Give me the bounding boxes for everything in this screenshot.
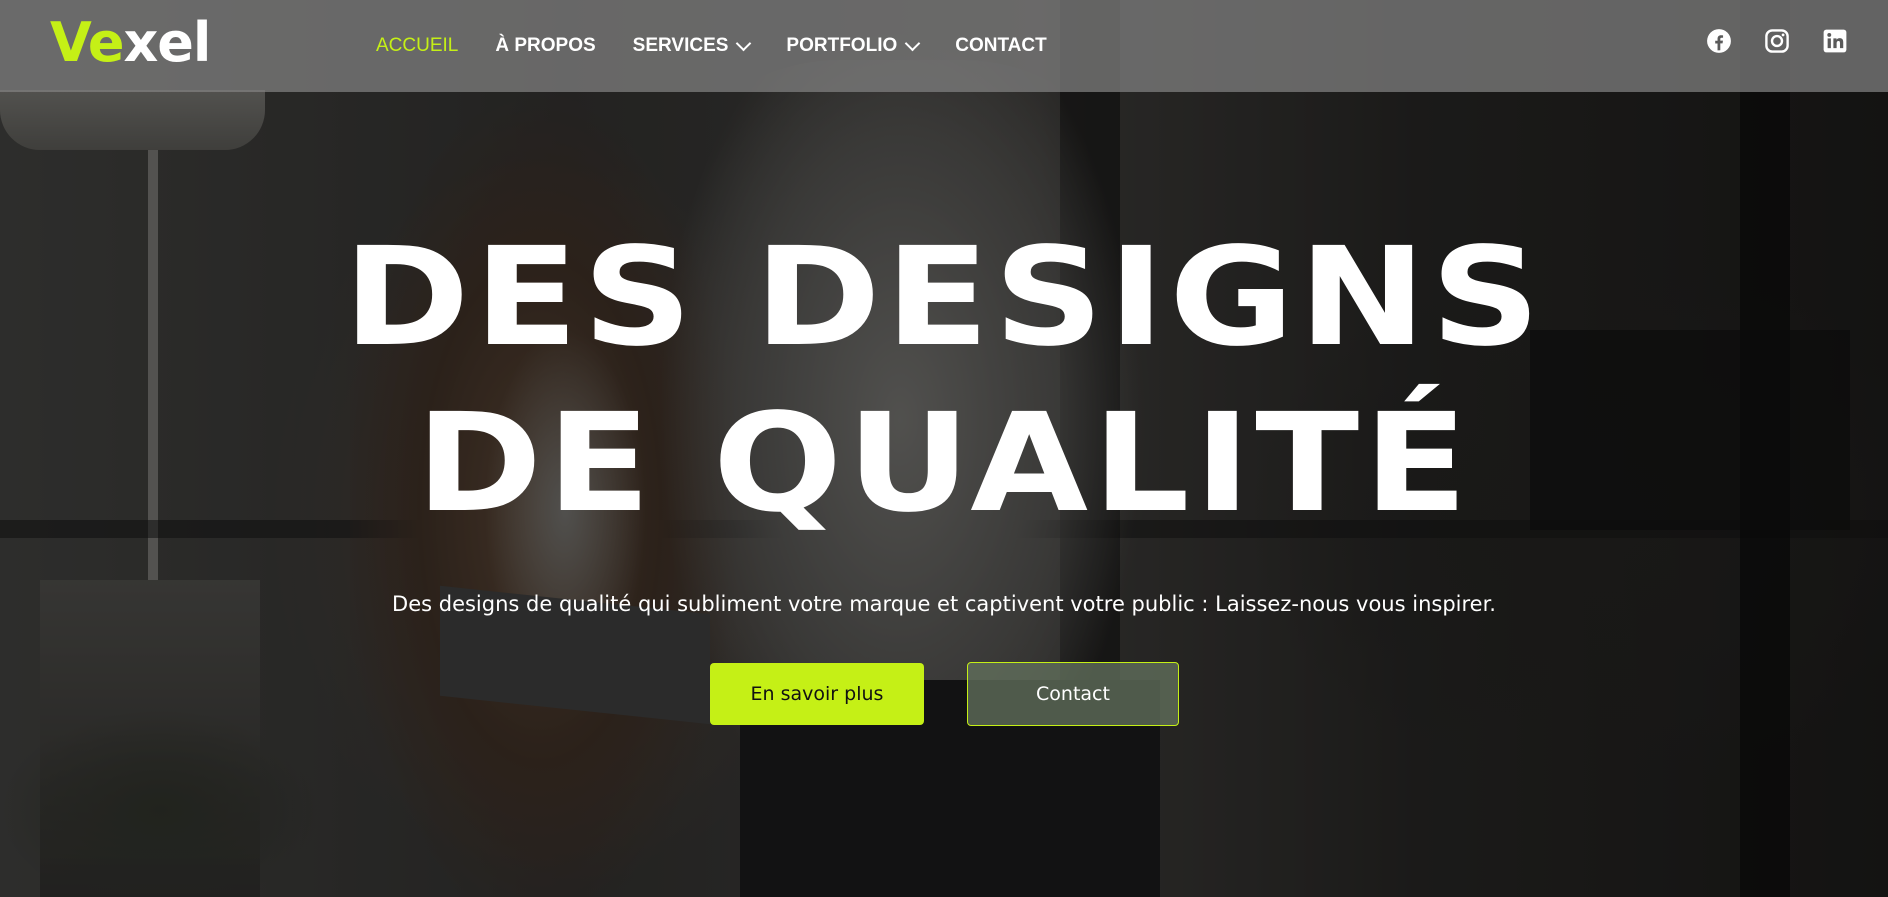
nav-item-services[interactable]: SERVICES [632,35,752,57]
nav-item-accueil[interactable]: ACCUEIL [376,35,458,57]
nav-item-a-propos[interactable]: À PROPOS [495,35,595,57]
site-header: Vexel ACCUEIL À PROPOS SERVICES PORTFOLI… [0,0,1888,92]
nav-item-label: SERVICES [632,35,729,56]
hero-section: Vexel ACCUEIL À PROPOS SERVICES PORTFOLI… [0,0,1888,897]
nav-item-label: PORTFOLIO [786,35,898,56]
logo-accent-text: Ve [50,11,124,74]
learn-more-button-label: En savoir plus [750,683,884,705]
hero-title-line-1: DES DESIGNS [343,219,1545,377]
facebook-icon[interactable] [1706,28,1732,54]
contact-button[interactable]: Contact [967,662,1179,726]
logo-text: xel [123,11,211,74]
linkedin-icon[interactable] [1822,28,1848,54]
instagram-icon[interactable] [1764,28,1790,54]
hero-subtitle: Des designs de qualité qui subliment vot… [392,592,1496,616]
nav-item-contact[interactable]: CONTACT [955,35,1046,57]
nav-item-label: ACCUEIL [376,35,459,56]
hero-title: DES DESIGNS DE QUALITÉ [0,215,1888,547]
nav-item-portfolio[interactable]: PORTFOLIO [786,35,921,57]
hero-title-line-2: DE QUALITÉ [415,385,1473,543]
social-links [1674,28,1848,54]
nav-item-label: À PROPOS [495,35,596,56]
main-nav: ACCUEIL À PROPOS SERVICES PORTFOLIO CONT… [376,0,1084,92]
chevron-down-icon [904,35,921,51]
nav-item-label: CONTACT [955,35,1047,56]
chevron-down-icon [736,35,752,51]
learn-more-button[interactable]: En savoir plus [710,663,924,725]
site-logo[interactable]: Vexel [50,11,211,74]
contact-button-label: Contact [1036,683,1110,705]
